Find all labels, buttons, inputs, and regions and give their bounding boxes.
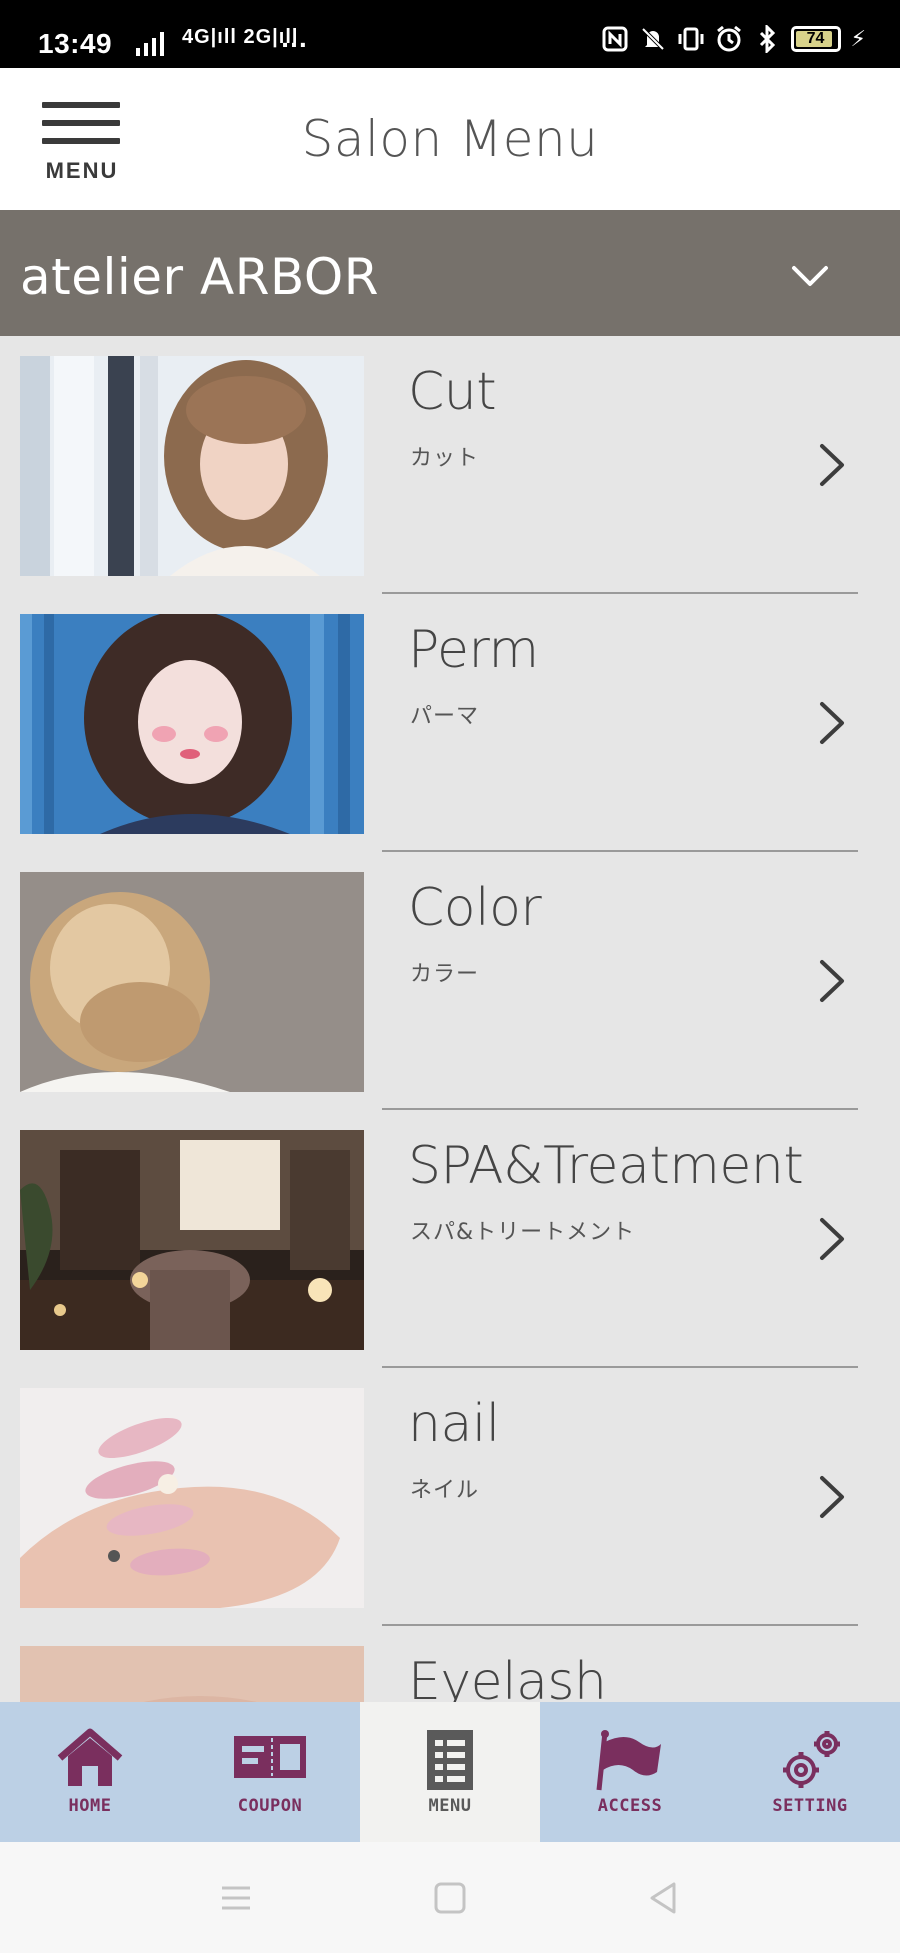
salon-name: atelier ARBOR — [20, 248, 379, 306]
more-notifications-icon: … — [280, 22, 308, 53]
recent-apps-icon[interactable] — [216, 1878, 256, 1918]
tab-home[interactable]: HOME — [0, 1702, 180, 1842]
chevron-right-icon — [820, 1476, 844, 1518]
menu-item-cut[interactable]: Cut カット — [0, 336, 900, 594]
tab-access[interactable]: ACCESS — [540, 1702, 720, 1842]
coupon-icon — [234, 1736, 306, 1778]
mute-icon — [641, 27, 664, 51]
chevron-right-icon — [820, 444, 844, 486]
status-bar: 13:49 4G|ıll 2G|ıll … 74 ⚡ — [0, 0, 900, 68]
chevron-down-icon — [792, 266, 828, 286]
tab-label: MENU — [428, 1796, 472, 1816]
menu-item-subtitle: スパ&トリートメント — [410, 1220, 636, 1245]
menu-item-title: nail — [408, 1394, 500, 1454]
charging-icon: ⚡ — [850, 26, 866, 51]
menu-item-title: Color — [408, 878, 542, 938]
page-title: Salon Menu — [301, 110, 599, 168]
flag-icon — [596, 1730, 661, 1791]
gear-icon — [783, 1731, 840, 1788]
eyelash-closeup-photo — [20, 1646, 364, 1702]
tab-setting[interactable]: SETTING — [720, 1702, 900, 1842]
menu-item-perm[interactable]: Perm パーマ — [0, 594, 900, 852]
tab-label: ACCESS — [597, 1796, 663, 1816]
chevron-right-icon — [820, 702, 844, 744]
battery-level: 74 — [806, 30, 825, 47]
tab-label: SETTING — [772, 1796, 848, 1816]
menu-list: Cut カット Perm パーマ Color カラー SPA&Treatment… — [0, 336, 900, 1702]
woman-wavy-bob-photo — [20, 356, 364, 576]
menu-item-subtitle: カラー — [410, 962, 480, 987]
hamburger-icon — [42, 102, 120, 108]
alarm-icon — [716, 25, 741, 52]
menu-item-nail[interactable]: nail ネイル — [0, 1368, 900, 1626]
nfc-icon — [602, 26, 628, 52]
pink-nails-hand-photo — [20, 1388, 364, 1608]
tab-menu[interactable]: MENU — [360, 1702, 540, 1842]
status-icons: 74 ⚡ — [601, 24, 866, 54]
tab-label: COUPON — [237, 1796, 303, 1816]
bottom-tab-bar: HOME COUPON MENU ACCESS SETTING — [0, 1702, 900, 1842]
blonde-bob-back-view-photo — [20, 872, 364, 1092]
menu-item-eyelash[interactable]: Eyelash — [0, 1626, 900, 1702]
menu-item-title: Eyelash — [408, 1652, 607, 1702]
menu-list-icon — [427, 1730, 473, 1790]
woman-curly-hair-blue-wall-photo — [20, 614, 364, 834]
status-time: 13:49 — [38, 28, 113, 59]
tab-label: HOME — [68, 1796, 112, 1816]
menu-item-subtitle: カット — [410, 446, 480, 471]
salon-spa-interior-photo — [20, 1130, 364, 1350]
menu-item-subtitle: パーマ — [410, 704, 480, 729]
menu-item-spa-treatment[interactable]: SPA&Treatment スパ&トリートメント — [0, 1110, 900, 1368]
signal-strength-icon — [136, 30, 164, 56]
app-header: MENU Salon Menu — [0, 68, 900, 210]
chevron-right-icon — [820, 1218, 844, 1260]
home-button-icon[interactable] — [430, 1878, 470, 1918]
menu-item-subtitle: ネイル — [410, 1478, 480, 1503]
vibrate-icon — [678, 27, 704, 51]
home-icon — [57, 1728, 123, 1786]
menu-item-title: SPA&Treatment — [408, 1136, 804, 1196]
system-navigation-bar — [0, 1842, 900, 1953]
salon-selector[interactable]: atelier ARBOR — [0, 210, 900, 336]
tab-coupon[interactable]: COUPON — [180, 1702, 360, 1842]
bluetooth-icon — [759, 25, 775, 53]
chevron-right-icon — [820, 960, 844, 1002]
back-icon[interactable] — [644, 1878, 684, 1918]
battery-icon: 74 — [790, 26, 841, 52]
menu-item-title: Cut — [408, 362, 497, 422]
menu-item-title: Perm — [408, 620, 539, 680]
menu-item-color[interactable]: Color カラー — [0, 852, 900, 1110]
